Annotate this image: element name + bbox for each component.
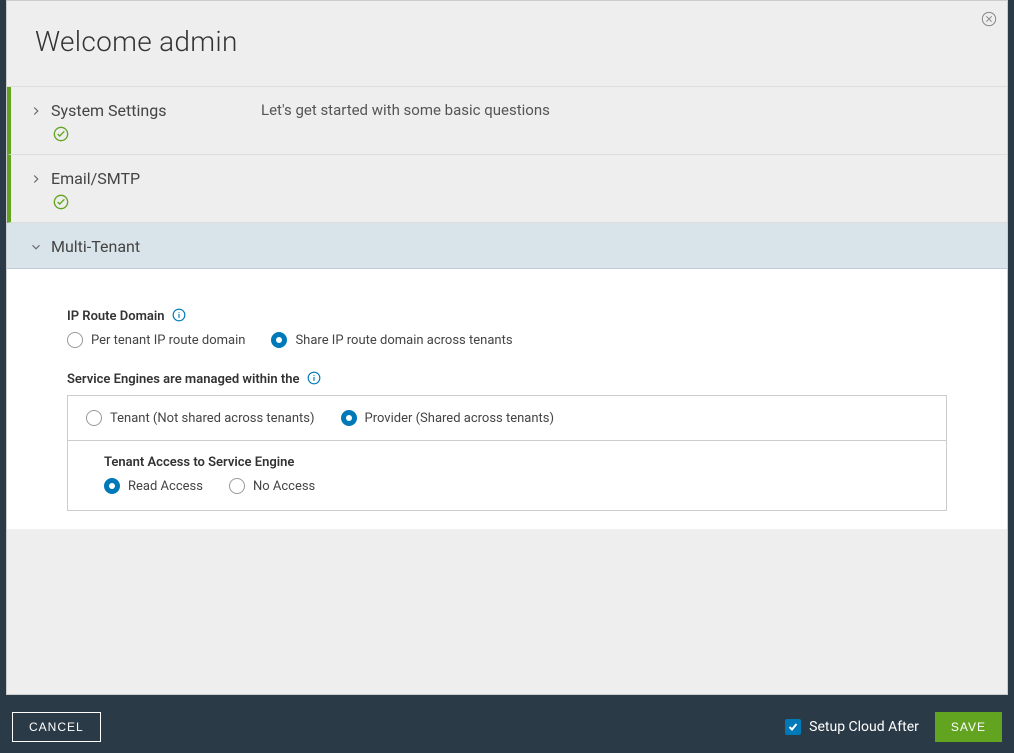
radio-provider[interactable]: Provider (Shared across tenants) — [341, 410, 555, 426]
modal-header: Welcome admin — [7, 1, 1007, 87]
section-multi-tenant[interactable]: Multi-Tenant — [7, 223, 1007, 269]
radio-label: Per tenant IP route domain — [91, 333, 245, 348]
checkbox-checked-icon — [785, 719, 801, 735]
radio-icon — [86, 410, 102, 426]
cancel-button[interactable]: CANCEL — [12, 712, 101, 742]
section-label: Multi-Tenant — [51, 237, 261, 256]
se-managed-group: Service Engines are managed within the T… — [67, 368, 947, 511]
check-circle-icon — [53, 194, 69, 210]
section-email-smtp[interactable]: Email/SMTP — [7, 155, 1007, 223]
radio-per-tenant[interactable]: Per tenant IP route domain — [67, 332, 245, 348]
radio-icon — [271, 332, 287, 348]
ip-route-domain-group: IP Route Domain Per tenant IP route doma… — [67, 305, 947, 348]
radio-tenant[interactable]: Tenant (Not shared across tenants) — [86, 410, 315, 426]
radio-label: Tenant (Not shared across tenants) — [110, 411, 315, 426]
radio-icon — [341, 410, 357, 426]
radio-no-access[interactable]: No Access — [229, 478, 315, 494]
section-description: Let's get started with some basic questi… — [261, 101, 550, 119]
info-icon[interactable] — [307, 370, 321, 384]
radio-shared[interactable]: Share IP route domain across tenants — [271, 332, 512, 348]
radio-label: Read Access — [128, 479, 203, 494]
setup-cloud-label: Setup Cloud After — [809, 719, 919, 735]
field-label: Tenant Access to Service Engine — [104, 455, 928, 470]
radio-icon — [67, 332, 83, 348]
radio-label: Provider (Shared across tenants) — [365, 411, 555, 426]
field-label: Service Engines are managed within the — [67, 372, 299, 387]
radio-label: Share IP route domain across tenants — [295, 333, 512, 348]
check-circle-icon — [53, 126, 69, 142]
radio-label: No Access — [253, 479, 315, 494]
setup-cloud-checkbox[interactable]: Setup Cloud After — [785, 719, 919, 735]
radio-icon — [104, 478, 120, 494]
chevron-down-icon — [29, 239, 43, 253]
chevron-right-icon — [29, 171, 43, 185]
close-icon[interactable] — [981, 11, 997, 27]
modal-footer: CANCEL Setup Cloud After SAVE — [6, 701, 1008, 753]
page-title: Welcome admin — [35, 25, 979, 58]
info-icon[interactable] — [172, 307, 186, 321]
section-label: System Settings — [51, 101, 261, 120]
multi-tenant-panel: IP Route Domain Per tenant IP route doma… — [7, 269, 1007, 529]
field-label: IP Route Domain — [67, 309, 165, 324]
radio-read-access[interactable]: Read Access — [104, 478, 203, 494]
save-button[interactable]: SAVE — [935, 712, 1002, 742]
setup-wizard-modal: Welcome admin System Settings Let's get … — [6, 0, 1008, 695]
chevron-right-icon — [29, 103, 43, 117]
panel-spacer — [7, 529, 1007, 649]
radio-icon — [229, 478, 245, 494]
section-system-settings[interactable]: System Settings Let's get started with s… — [7, 87, 1007, 155]
se-managed-box: Tenant (Not shared across tenants) Provi… — [67, 395, 947, 511]
section-label: Email/SMTP — [51, 169, 261, 188]
tenant-access-group: Tenant Access to Service Engine Read Acc… — [68, 441, 946, 510]
